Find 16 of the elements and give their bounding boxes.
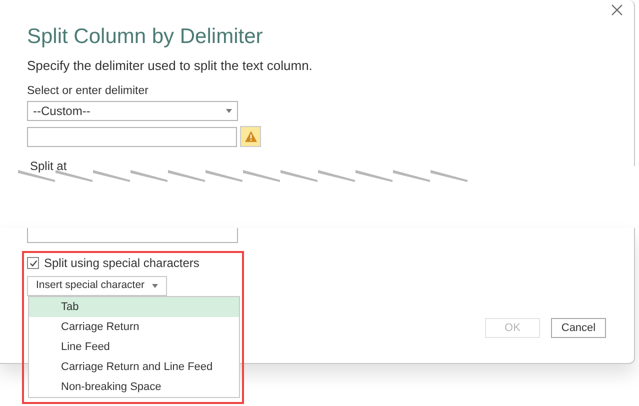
delimiter-dropdown[interactable]: --Custom-- — [27, 101, 238, 121]
special-characters-label: Split using special characters — [44, 256, 200, 270]
caret-icon — [226, 109, 232, 113]
special-characters-checkbox[interactable] — [27, 257, 39, 269]
dialog-description: Specify the delimiter used to split the text column. — [27, 58, 312, 74]
caret-icon — [152, 284, 158, 288]
dialog-button[interactable]: Cancel — [551, 318, 606, 338]
delimiter-input-field[interactable] — [27, 126, 237, 146]
dialog-title: Split Column by Delimiter — [27, 24, 263, 50]
delimiter-label: Select or enter delimiter — [27, 84, 148, 98]
insert-special-character-button[interactable]: Insert special character — [27, 276, 167, 296]
menu-item[interactable]: Tab — [29, 297, 239, 317]
warning-icon[interactable] — [240, 126, 261, 147]
close-icon[interactable] — [610, 3, 624, 17]
split-at-label: Split at — [30, 159, 67, 173]
split-at-field[interactable] — [27, 228, 238, 243]
